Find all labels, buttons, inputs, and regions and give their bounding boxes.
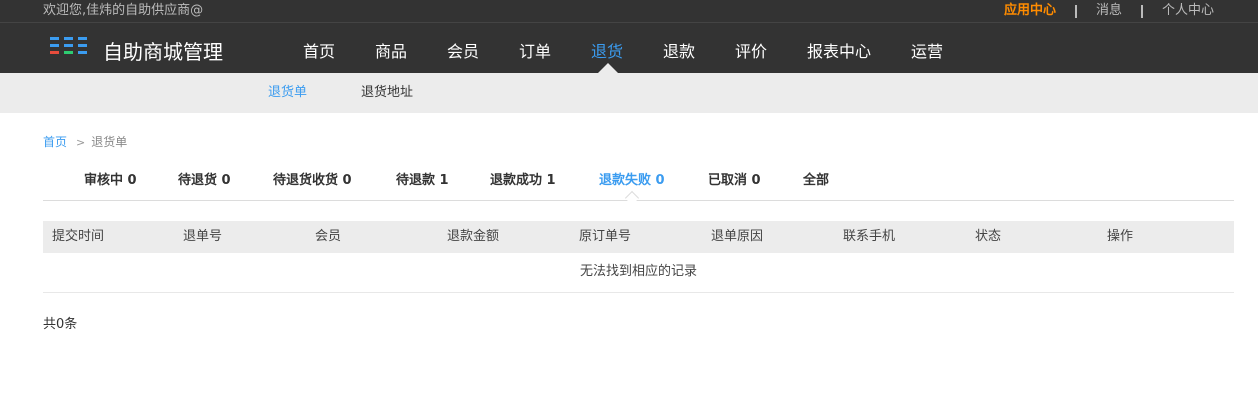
tab-pending-receipt[interactable]: 待退货收货 0 (273, 172, 352, 190)
nav-item-orders[interactable]: 订单 (519, 38, 551, 66)
nav-item-reports[interactable]: 报表中心 (807, 38, 871, 66)
divider (1074, 4, 1077, 18)
tab-refund-failed[interactable]: 退款失败 0 (599, 172, 665, 190)
nav-item-home[interactable]: 首页 (303, 38, 335, 66)
tab-reviewing[interactable]: 审核中 0 (84, 172, 137, 190)
column-header: 原订单号 (579, 229, 632, 244)
tab-cancelled[interactable]: 已取消 0 (708, 172, 761, 190)
column-header: 会员 (315, 229, 342, 244)
tab-pending-return[interactable]: 待退货 0 (178, 172, 231, 190)
status-tabs: 审核中 0 待退货 0 待退货收货 0 待退款 1 退款成功 1 退款失败 0 … (43, 164, 1234, 206)
column-header: 退款金额 (447, 229, 500, 244)
messages-link[interactable]: 消息 (1096, 3, 1122, 19)
top-bar: 欢迎您,佳炜的自助供应商@ 应用中心 消息 个人中心 自助商城管理 首页 商品 … (0, 0, 1258, 73)
breadcrumb-current: 退货单 (91, 135, 128, 149)
subnav-return-address[interactable]: 退货地址 (361, 84, 413, 102)
nav-item-operations[interactable]: 运营 (911, 38, 943, 66)
divider (1140, 4, 1143, 18)
grid-logo-icon (50, 37, 90, 57)
breadcrumb-separator: > (76, 136, 86, 149)
column-header: 退单号 (183, 229, 223, 244)
column-header: 联系手机 (843, 229, 896, 244)
active-tab-caret (624, 190, 640, 206)
sub-nav: 退货单 退货地址 (0, 73, 1258, 113)
app-center-link[interactable]: 应用中心 (1004, 3, 1056, 19)
tab-all[interactable]: 全部 (803, 172, 829, 190)
column-header: 提交时间 (52, 229, 105, 244)
nav-item-reviews[interactable]: 评价 (735, 38, 767, 66)
nav-item-products[interactable]: 商品 (375, 38, 407, 66)
top-links: 应用中心 消息 个人中心 (1004, 3, 1214, 19)
total-count: 共0条 (43, 317, 78, 332)
breadcrumb-home[interactable]: 首页 (43, 135, 67, 149)
nav-item-refunds[interactable]: 退款 (663, 38, 695, 66)
welcome-text: 欢迎您,佳炜的自助供应商@ (43, 3, 204, 18)
column-header: 状态 (975, 229, 1002, 244)
nav-item-members[interactable]: 会员 (447, 38, 479, 66)
table-header: 提交时间 退单号 会员 退款金额 原订单号 退单原因 联系手机 状态 操作 (43, 221, 1234, 253)
tab-refund-success[interactable]: 退款成功 1 (490, 172, 556, 190)
tab-pending-refund[interactable]: 待退款 1 (396, 172, 449, 190)
column-header: 操作 (1107, 229, 1134, 244)
breadcrumb: 首页 > 退货单 (43, 134, 127, 151)
subnav-return-orders[interactable]: 退货单 (268, 84, 307, 102)
nav-item-returns[interactable]: 退货 (591, 38, 623, 66)
divider (0, 22, 1258, 23)
active-nav-caret (598, 63, 618, 73)
brand-title: 自助商城管理 (103, 40, 223, 64)
empty-table-message: 无法找到相应的记录 (43, 253, 1234, 293)
personal-center-link[interactable]: 个人中心 (1162, 3, 1214, 19)
column-header: 退单原因 (711, 229, 764, 244)
